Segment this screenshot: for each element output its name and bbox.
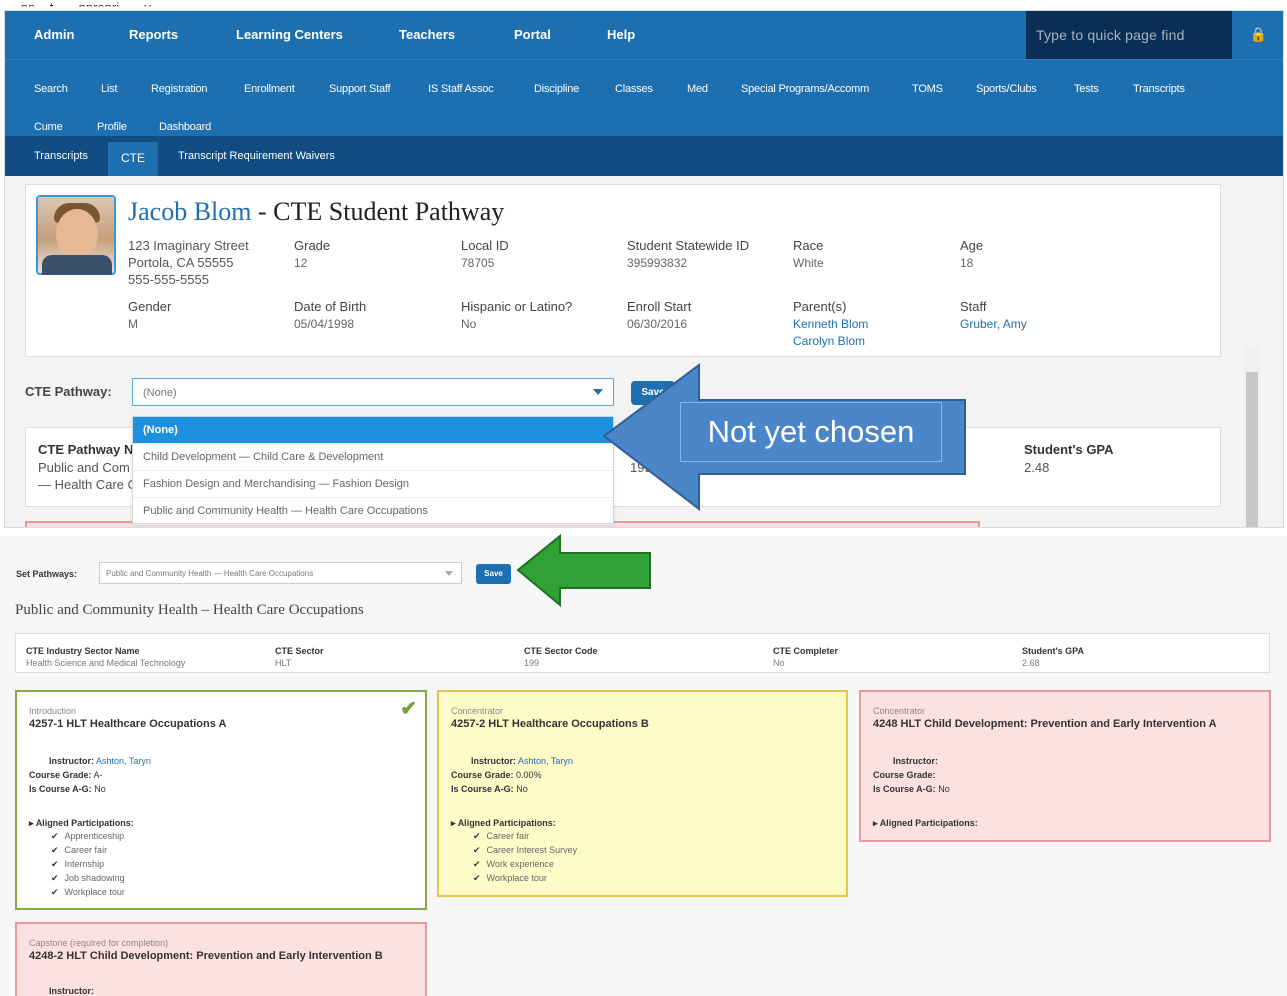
screenshot-composite: { "caption_fragment": "...pp... t... ...… bbox=[0, 0, 1287, 996]
arrow-green-icon bbox=[516, 533, 651, 608]
